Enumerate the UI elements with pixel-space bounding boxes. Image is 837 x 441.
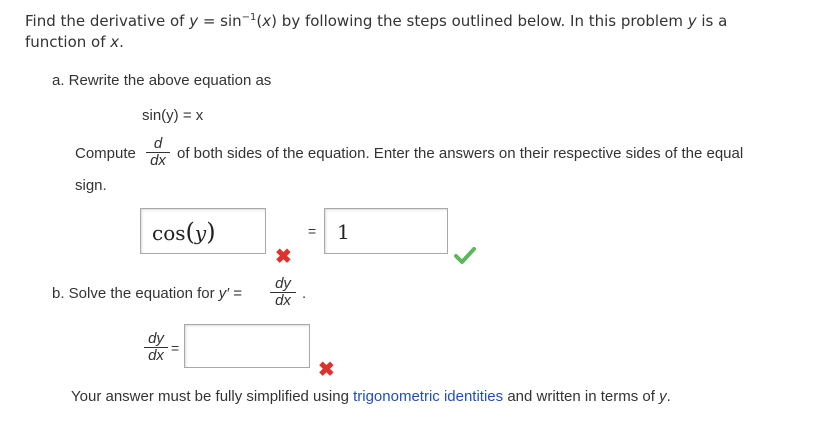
dy-dx-answer-label: dy dx [144,331,168,364]
paren: ( [185,218,195,246]
var-y: y [194,221,207,245]
var-y-prime: y′ [218,285,230,302]
equals-sign: = [308,223,317,239]
intro-var-x: x [262,12,272,30]
left-side-answer-input[interactable]: cos(y) [140,208,266,254]
intro-text: function of [25,33,111,51]
problem-intro-line1: Find the derivative of y = sin−1(x) by f… [25,12,727,30]
deriv-den: dx [150,152,166,169]
compute-instructions-line2: sign. [75,177,107,194]
derivative-operator: d dx [146,136,170,169]
func-cos: cos [152,221,186,245]
right-answer-value: 1 [337,220,350,244]
part-b-label: b. Solve the equation for y′ = [52,285,242,302]
frac-num: dy [148,330,164,347]
paren: ) [206,218,216,246]
intro-var-y: y [189,12,199,30]
right-side-answer-input[interactable]: 1 [324,208,448,254]
frac-num: dy [275,275,291,292]
equals-sign: = [171,340,180,356]
dy-dx-fraction: dy dx [270,276,296,309]
footer-text: Your answer must be fully simplified usi… [71,388,354,405]
trig-identities-link[interactable]: trigonometric identities [353,388,503,405]
intro-text: Find the derivative of [25,12,190,30]
part-a-equation: sin(y) = x [142,107,204,124]
frac-den: dx [148,347,164,364]
period: . [302,285,307,302]
intro-sup: −1 [241,12,257,23]
footer-note: Your answer must be fully simplified usi… [71,388,671,405]
deriv-num: d [153,135,163,152]
x-icon: ✖ [275,246,292,268]
intro-var-x: x [110,33,120,51]
problem-intro-line2: function of x. [25,33,124,51]
compute-label: Compute [75,145,136,162]
footer-text: . [666,388,671,405]
footer-text: and written in terms of [503,388,660,405]
var-y: y [659,388,667,405]
intro-text: by following the steps outlined below. I… [277,12,688,30]
frac-den: dx [275,292,291,309]
intro-text: is a [696,12,728,30]
left-answer-value: cos(y) [152,218,216,246]
intro-text: . [119,33,124,51]
part-a-label: a. Rewrite the above equation as [52,72,272,89]
intro-var-y: y [687,12,697,30]
part-b-text: b. Solve the equation for [52,285,219,302]
x-icon: ✖ [318,359,335,381]
compute-instructions: of both sides of the equation. Enter the… [177,145,744,162]
dy-dx-answer-input[interactable] [184,324,310,368]
intro-eq: = sin [198,12,242,30]
check-icon [454,247,476,264]
equals-text: = [229,285,243,302]
